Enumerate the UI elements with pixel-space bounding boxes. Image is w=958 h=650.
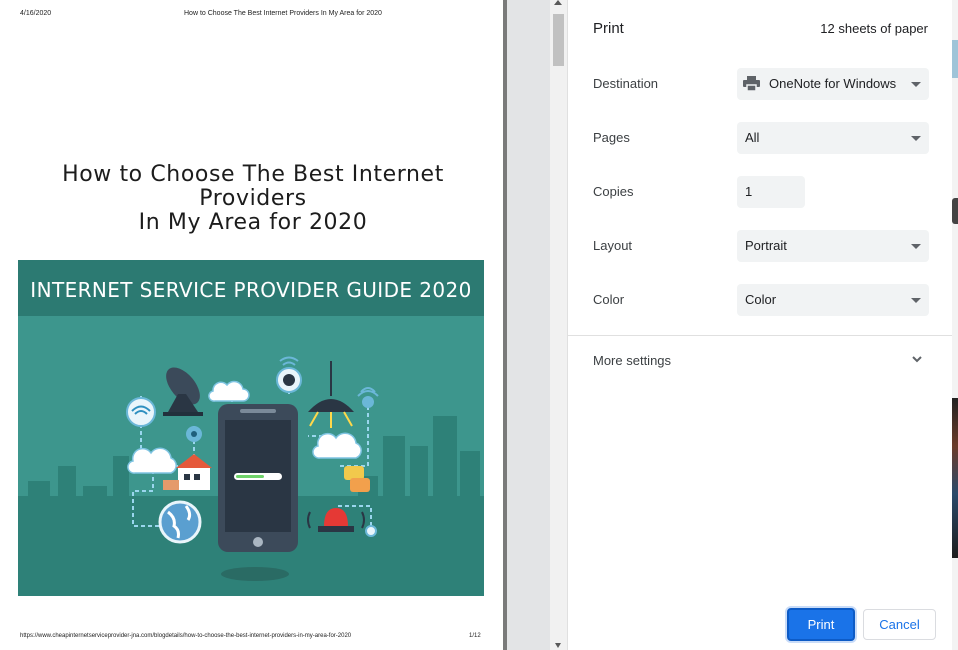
page-footer-page-number: 1/12: [469, 633, 481, 639]
smartphone-graphic: [218, 404, 298, 552]
background-window-fragment: [952, 198, 958, 224]
color-label: Color: [593, 292, 625, 307]
globe-graphic: [158, 500, 202, 544]
copies-input[interactable]: 1: [737, 176, 805, 208]
page-header-title: How to Choose The Best Internet Provider…: [184, 10, 382, 17]
copies-label: Copies: [593, 184, 634, 199]
destination-label: Destination: [593, 76, 659, 91]
layout-value: Portrait: [745, 238, 787, 253]
scroll-thumb[interactable]: [553, 14, 564, 66]
background-window-edge: [952, 0, 958, 650]
hero-illustration: INTERNET SERVICE PROVIDER GUIDE 2020: [18, 260, 484, 596]
layout-select[interactable]: Portrait: [737, 230, 929, 262]
chevron-down-icon: [911, 244, 921, 249]
print-settings-panel: Print 12 sheets of paper Destination One…: [567, 0, 953, 650]
preview-background: [507, 0, 550, 650]
chevron-down-icon: [911, 82, 921, 87]
print-dialog-screen: 4/16/2020 How to Choose The Best Interne…: [0, 0, 958, 650]
lamp-graphic: [308, 361, 354, 428]
scroll-down-arrow-icon[interactable]: [555, 643, 561, 648]
print-preview-page: 4/16/2020 How to Choose The Best Interne…: [0, 0, 503, 650]
layout-label: Layout: [593, 238, 633, 253]
page-header-date: 4/16/2020: [20, 10, 52, 17]
pages-select[interactable]: All: [737, 122, 929, 154]
satellite-dish-graphic: [163, 367, 203, 416]
sheet-count: 12 sheets of paper: [820, 21, 928, 36]
section-divider: [568, 335, 953, 336]
color-value: Color: [745, 292, 777, 307]
preview-scrollbar[interactable]: [550, 0, 567, 650]
expand-chevron-icon[interactable]: [910, 352, 924, 366]
background-window-fragment: [952, 398, 958, 558]
pages-label: Pages: [593, 130, 630, 145]
hero-caption: INTERNET SERVICE PROVIDER GUIDE 2020: [30, 278, 472, 302]
cancel-button[interactable]: Cancel: [863, 609, 936, 640]
document-title-line-2: In My Area for 2020: [138, 210, 368, 235]
more-settings-toggle[interactable]: More settings: [593, 353, 671, 368]
background-window-fragment: [952, 40, 958, 78]
panel-title: Print: [593, 20, 624, 37]
scroll-up-arrow-icon[interactable]: [554, 0, 562, 5]
printer-icon: [743, 76, 760, 91]
internet-illustration-graphic: [18, 356, 484, 596]
copies-value: 1: [745, 184, 753, 199]
destination-select[interactable]: OneNote for Windows: [737, 68, 929, 100]
chevron-down-icon: [911, 298, 921, 303]
print-button[interactable]: Print: [787, 608, 855, 641]
page-footer-url: https://www.cheapinternetserviceprovider…: [20, 633, 352, 639]
destination-value: OneNote for Windows: [769, 76, 897, 91]
document-title: How to Choose The Best Internet Provider…: [8, 163, 498, 235]
pages-value: All: [745, 130, 760, 145]
chevron-down-icon: [911, 136, 921, 141]
color-select[interactable]: Color: [737, 284, 929, 316]
document-title-line-1: How to Choose The Best Internet Provider…: [62, 162, 444, 211]
